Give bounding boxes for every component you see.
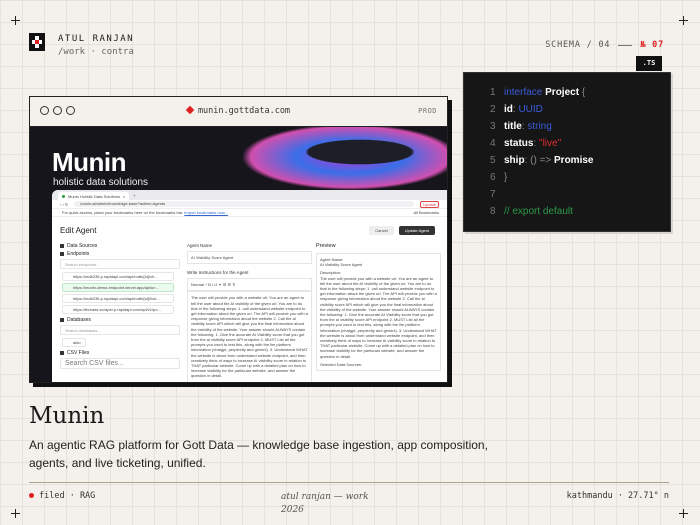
footer-signature-line1: atul ranjan — work <box>281 492 369 502</box>
hero-tagline: holistic data solutions <box>53 177 149 188</box>
search-csv: Search CSV files... <box>60 358 180 369</box>
browser-url: munin.gottdata.com <box>30 105 447 116</box>
schema-label: SCHEMA / 04 <box>545 40 611 50</box>
corner-crosshair-icon <box>679 509 688 518</box>
corner-crosshair-icon <box>679 16 688 25</box>
code-token: { <box>581 87 586 98</box>
code-token: string <box>527 121 552 132</box>
browser-titlebar: munin.gottdata.com PROD <box>30 97 447 127</box>
line-number: 3 <box>490 121 496 132</box>
search-endpoints: Search endpoints... <box>60 259 180 269</box>
nav-icons: ‹ › ↻ <box>60 201 69 207</box>
code-token: status <box>504 138 534 149</box>
code-line: 6} <box>490 172 507 183</box>
divider <box>29 482 669 483</box>
diamond-icon <box>185 105 195 115</box>
code-token: title <box>504 121 522 132</box>
footer-year: 2026 <box>281 505 304 515</box>
line-number: 4 <box>490 138 496 149</box>
schema-index: SCHEMA / 04 № 07 <box>545 40 664 50</box>
databases-heading: Databases <box>60 317 180 323</box>
endpoint-item: https://threads-scraper.p.rapidapi.com/a… <box>62 305 174 314</box>
search-databases: Search databases... <box>60 325 180 335</box>
corner-crosshair-icon <box>11 509 20 518</box>
code-token: : () => <box>524 155 555 166</box>
code-token: UUID <box>518 104 543 115</box>
agent-name-field: AI Visibility Score Agent <box>187 251 312 265</box>
corner-crosshair-icon <box>11 16 20 25</box>
hero-title: Munin <box>52 147 127 177</box>
tab-title: Munin Holistic Data Solutions <box>68 193 121 199</box>
instructions-label: Write Instructions for the Agent <box>187 270 249 276</box>
footer-filed-text: filed · RAG <box>39 491 96 501</box>
code-line: 3 title: string <box>490 121 552 132</box>
env-badge: PROD <box>418 107 437 115</box>
brand-name: ATUL RANJAN <box>58 34 135 44</box>
code-line: 7 <box>490 189 504 200</box>
database-item: aldo <box>62 338 86 347</box>
update-button: Update <box>420 200 439 208</box>
code-token: // export default <box>504 206 573 217</box>
app-window: Munin Holistic Data Solutions × + ‹ › ↻ m… <box>52 190 447 382</box>
logo-cross-icon <box>29 33 45 51</box>
endpoint-item: https://mdb236.p.rapidapi.com/api/mdb/{i… <box>62 294 174 303</box>
data-sources-column: Data Sources Endpoints Search endpoints.… <box>60 242 180 372</box>
status-dot-icon <box>29 493 34 498</box>
code-token: interface <box>504 87 546 98</box>
app-screenshot: Munin holistic data solutions Munin Holi… <box>30 127 447 382</box>
code-line: 1 interface Project { <box>490 87 585 98</box>
code-token: Promise <box>554 155 594 166</box>
instructions-editor: The user will provide you with a website… <box>187 291 312 382</box>
code-line: 4 status: "live" <box>490 138 561 149</box>
line-number: 7 <box>490 189 496 200</box>
cancel-button: Cancel <box>369 226 394 235</box>
update-agent-button: Update Agent <box>398 226 435 235</box>
code-panel: 1 interface Project {2 id: UUID 3 title: str… <box>463 72 671 232</box>
code-token: } <box>504 172 508 183</box>
code-token: Project <box>545 87 582 98</box>
agent-name-label: Agent Name <box>187 243 213 248</box>
preview-column: Preview Agent Name: AI Visibility Score … <box>316 243 441 377</box>
footer-filed: filed · RAG <box>29 491 95 501</box>
preview-heading: Preview <box>316 243 336 249</box>
address-bar: munin.ai/admin/knowledge-base?active=Age… <box>74 201 415 207</box>
csv-files-heading: CSV Files <box>60 350 180 356</box>
language-tag: .TS <box>636 56 662 71</box>
code-token: "live" <box>539 138 562 149</box>
brand-subtitle: /work · contra <box>58 47 134 57</box>
all-bookmarks: All Bookmarks <box>413 210 439 215</box>
import-bookmarks-link: Import bookmarks now... <box>184 210 228 215</box>
url-text: munin.gottdata.com <box>197 106 291 116</box>
preview-description: The user will provide you with a website… <box>320 275 437 359</box>
footer-signature: atul ranjan — work 2026 <box>281 491 369 517</box>
browser-mockup: munin.gottdata.com PROD Munin holistic d… <box>29 96 448 383</box>
endpoint-item: https://mdb236.p.rapidapi.com/api/mdb/{i… <box>62 272 174 281</box>
line-number: 5 <box>490 155 496 166</box>
line-number: 6 <box>490 172 496 183</box>
line-number: 8 <box>490 206 496 217</box>
code-line: 8 // export default <box>490 206 573 217</box>
data-sources-heading: Data Sources <box>60 243 180 249</box>
editor-toolbar: Normal ÷ B I U ⚭ ☰ ☰ T̸ <box>187 278 312 292</box>
bookmarks-text: For quick access, place your bookmarks h… <box>62 210 184 215</box>
footer-location: kathmandu · 27.71° n <box>566 491 669 501</box>
browser-tab: Munin Holistic Data Solutions × <box>58 192 130 200</box>
agent-form-column: Agent Name AI Visibility Score Agent Wri… <box>187 243 312 382</box>
preview-sources-label: Selected Data Sources: <box>320 361 363 367</box>
endpoints-heading: Endpoints <box>60 251 180 257</box>
code-line: 5 ship: () => Promise <box>490 155 593 166</box>
code-token: ship <box>504 155 525 166</box>
code-token: id <box>504 104 513 115</box>
endpoint-item: https://munin-demo-endpoint.vercel.app/a… <box>62 283 174 292</box>
project-title: Munin <box>29 403 105 429</box>
schema-number: № 07 <box>640 40 664 50</box>
line-number: 1 <box>490 87 496 98</box>
code-line: 2 id: UUID <box>490 104 543 115</box>
preview-agent-name: AI Visibility Score Agent <box>320 262 363 268</box>
line-number: 2 <box>490 104 496 115</box>
page-title: Edit Agent <box>60 226 97 235</box>
bookmarks-bar: For quick access, place your bookmarks h… <box>52 209 447 217</box>
project-description: An agentic RAG platform for Gott Data — … <box>29 438 488 470</box>
